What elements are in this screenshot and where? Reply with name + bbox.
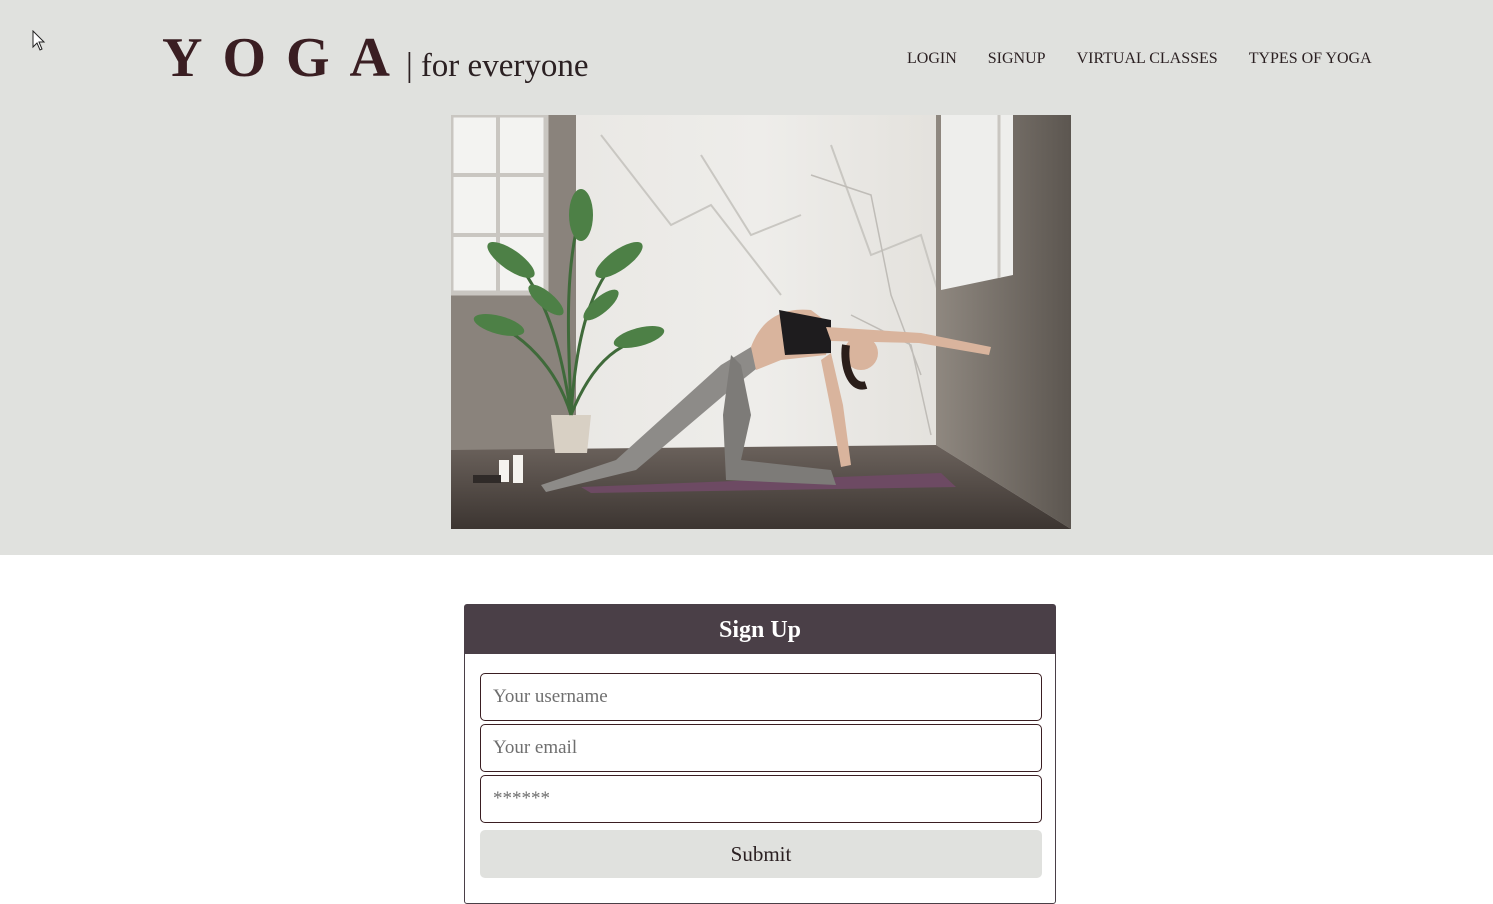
username-input[interactable] bbox=[480, 673, 1042, 721]
site-logo[interactable]: YOGA | for everyone bbox=[162, 26, 588, 90]
signup-title: Sign Up bbox=[465, 605, 1055, 654]
submit-button[interactable]: Submit bbox=[480, 830, 1042, 878]
hero-image bbox=[451, 115, 1071, 529]
nav-signup[interactable]: SIGNUP bbox=[988, 50, 1046, 68]
brand-name: YOGA bbox=[162, 27, 410, 89]
mouse-cursor-icon bbox=[32, 30, 46, 51]
hero-section: YOGA | for everyone LOGIN SIGNUP VIRTUAL… bbox=[0, 0, 1493, 555]
nav-login[interactable]: LOGIN bbox=[907, 50, 957, 68]
password-input[interactable] bbox=[480, 775, 1042, 823]
brand-separator: | bbox=[406, 47, 413, 84]
nav-types-of-yoga[interactable]: TYPES OF YOGA bbox=[1249, 50, 1372, 68]
nav-virtual-classes[interactable]: VIRTUAL CLASSES bbox=[1077, 50, 1218, 68]
yoga-pose-photo bbox=[451, 115, 1071, 529]
signup-form: Sign Up Submit bbox=[464, 604, 1056, 904]
main-nav: LOGIN SIGNUP VIRTUAL CLASSES TYPES OF YO… bbox=[907, 50, 1403, 68]
brand-tagline: for everyone bbox=[420, 48, 589, 84]
email-input[interactable] bbox=[480, 724, 1042, 772]
